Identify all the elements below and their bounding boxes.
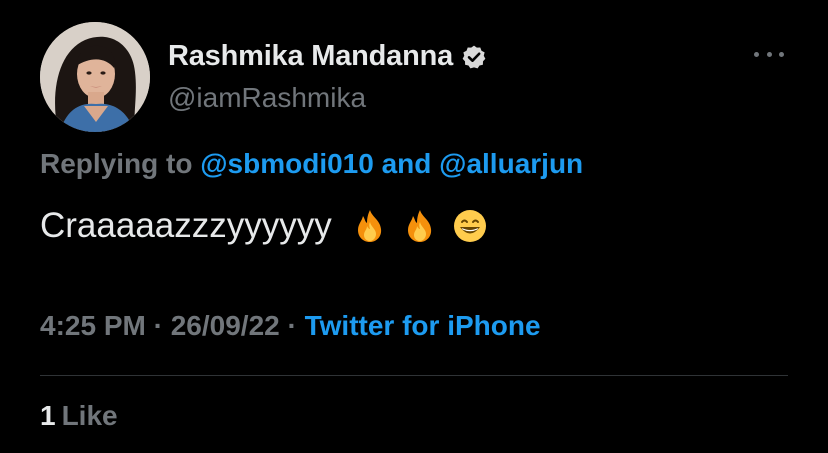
meta-separator: · [153, 310, 163, 341]
more-dot [766, 51, 772, 57]
fire-emoji-icon [357, 210, 381, 242]
verified-badge-icon [462, 45, 486, 68]
mention-link-alluarjun[interactable]: @alluarjun [439, 148, 583, 179]
replying-to-label: Replying to [40, 148, 193, 179]
grinning-face-emoji-icon [453, 210, 486, 242]
tweet-text-content: Craaaaazzzyyyyyy [40, 206, 332, 245]
author-handle[interactable]: @iamRashmika [168, 82, 366, 114]
replying-to-line: Replying to @sbmodi010 and @alluarjun [40, 148, 583, 180]
divider [40, 375, 788, 376]
mention-joiner: and [381, 148, 432, 179]
more-options-icon[interactable] [754, 44, 784, 64]
profile-photo-icon [40, 22, 150, 132]
avatar[interactable] [40, 22, 150, 132]
more-dot [779, 51, 784, 57]
meta-separator: · [287, 310, 297, 341]
author-display-name[interactable]: Rashmika Mandanna [168, 40, 453, 73]
mention-link-sbmodi010[interactable]: @sbmodi010 [200, 148, 374, 179]
likes-stat[interactable]: 1 Like [40, 400, 118, 432]
more-dot [754, 51, 759, 57]
tweet-time[interactable]: 4:25 PM [40, 310, 146, 341]
author-name-row: Rashmika Mandanna [168, 40, 487, 73]
tweet-metadata: 4:25 PM · 26/09/22 · Twitter for iPhone [40, 310, 541, 342]
fire-emoji-icon [407, 210, 431, 242]
tweet-card: Rashmika Mandanna @iamRashmika Replying … [0, 0, 828, 453]
tweet-text: Craaaaazzzyyyyyy [40, 206, 488, 246]
tweet-source-link[interactable]: Twitter for iPhone [305, 310, 541, 341]
like-count: 1 [40, 400, 56, 431]
tweet-date[interactable]: 26/09/22 [171, 310, 280, 341]
like-label: Like [61, 400, 118, 431]
